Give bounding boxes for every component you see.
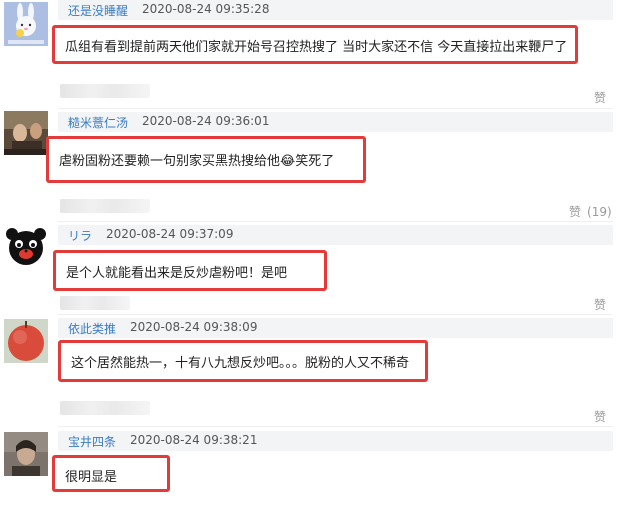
divider: [58, 108, 613, 109]
comment-meta: 依此类推 2020-08-24 09:38:09: [58, 318, 613, 338]
comment-time: 2020-08-24 09:37:09: [106, 227, 234, 241]
commenter-name[interactable]: リラ: [68, 227, 92, 244]
comment-text-highlight: 瓜组有看到提前两天他们家就开始号召控热搜了 当时大家还不信 今天直接拉出来鞭尸了: [52, 25, 578, 64]
comment-text-highlight: 是个人就能看出来是反炒虐粉吧！是吧: [53, 250, 327, 291]
avatar[interactable]: [4, 224, 48, 268]
redacted-reply-preview: [60, 84, 150, 98]
like-button[interactable]: 赞: [594, 408, 606, 425]
comment-meta: リラ 2020-08-24 09:37:09: [58, 225, 613, 245]
comment-text-highlight: 虐粉固粉还要赖一句别家买黑热搜给他😂笑死了: [46, 136, 366, 183]
comment-text: 是个人就能看出来是反炒虐粉吧！是吧: [66, 266, 288, 281]
like-label: 赞: [569, 205, 582, 219]
comment-text: 这个居然能热一，十有八九想反炒吧。。。脱粉的人又不稀奇: [71, 356, 410, 371]
avatar[interactable]: [4, 432, 48, 476]
like-label: 赞: [594, 298, 607, 312]
comment-time: 2020-08-24 09:36:01: [142, 114, 270, 128]
avatar[interactable]: [4, 2, 48, 46]
comment-text: 很明显是: [65, 470, 118, 485]
like-label: 赞: [594, 410, 607, 424]
comment-text: 瓜组有看到提前两天他们家就开始号召控热搜了 当时大家还不信 今天直接拉出来鞭尸了: [65, 40, 568, 55]
avatar-bunny-image: [4, 2, 48, 46]
divider: [58, 314, 613, 315]
comment-time: 2020-08-24 09:35:28: [142, 2, 270, 16]
avatar-portrait-image: [4, 111, 48, 155]
divider: [58, 426, 613, 427]
avatar-apple-image: [4, 319, 48, 363]
comment-text-highlight: 很明显是: [52, 455, 170, 492]
like-button[interactable]: 赞: [594, 296, 606, 313]
like-button[interactable]: 赞: [594, 89, 606, 106]
redacted-reply-preview: [60, 199, 150, 213]
comment-meta: 还是没睡醒 2020-08-24 09:35:28: [58, 0, 613, 20]
like-label: 赞: [594, 91, 607, 105]
commenter-name[interactable]: 还是没睡醒: [68, 2, 128, 19]
avatar-black-bear-image: [4, 224, 48, 268]
commenter-name[interactable]: 宝井四条: [68, 433, 116, 450]
comment-time: 2020-08-24 09:38:09: [130, 320, 258, 334]
like-count: (19): [587, 205, 612, 219]
commenter-name[interactable]: 依此类推: [68, 320, 116, 337]
comment-text: 虐粉固粉还要赖一句别家买黑热搜给他😂笑死了: [59, 154, 335, 169]
redacted-reply-preview: [60, 296, 130, 310]
comment-meta: 糙米薏仁汤 2020-08-24 09:36:01: [58, 112, 613, 132]
commenter-name[interactable]: 糙米薏仁汤: [68, 114, 128, 131]
divider: [58, 221, 613, 222]
avatar[interactable]: [4, 111, 48, 155]
avatar[interactable]: [4, 319, 48, 363]
redacted-reply-preview: [60, 401, 150, 415]
avatar-person-image: [4, 432, 48, 476]
comment-meta: 宝井四条 2020-08-24 09:38:21: [58, 431, 613, 451]
comment-text-highlight: 这个居然能热一，十有八九想反炒吧。。。脱粉的人又不稀奇: [58, 340, 428, 382]
comment-time: 2020-08-24 09:38:21: [130, 433, 258, 447]
like-button[interactable]: 赞 (19): [569, 203, 612, 220]
